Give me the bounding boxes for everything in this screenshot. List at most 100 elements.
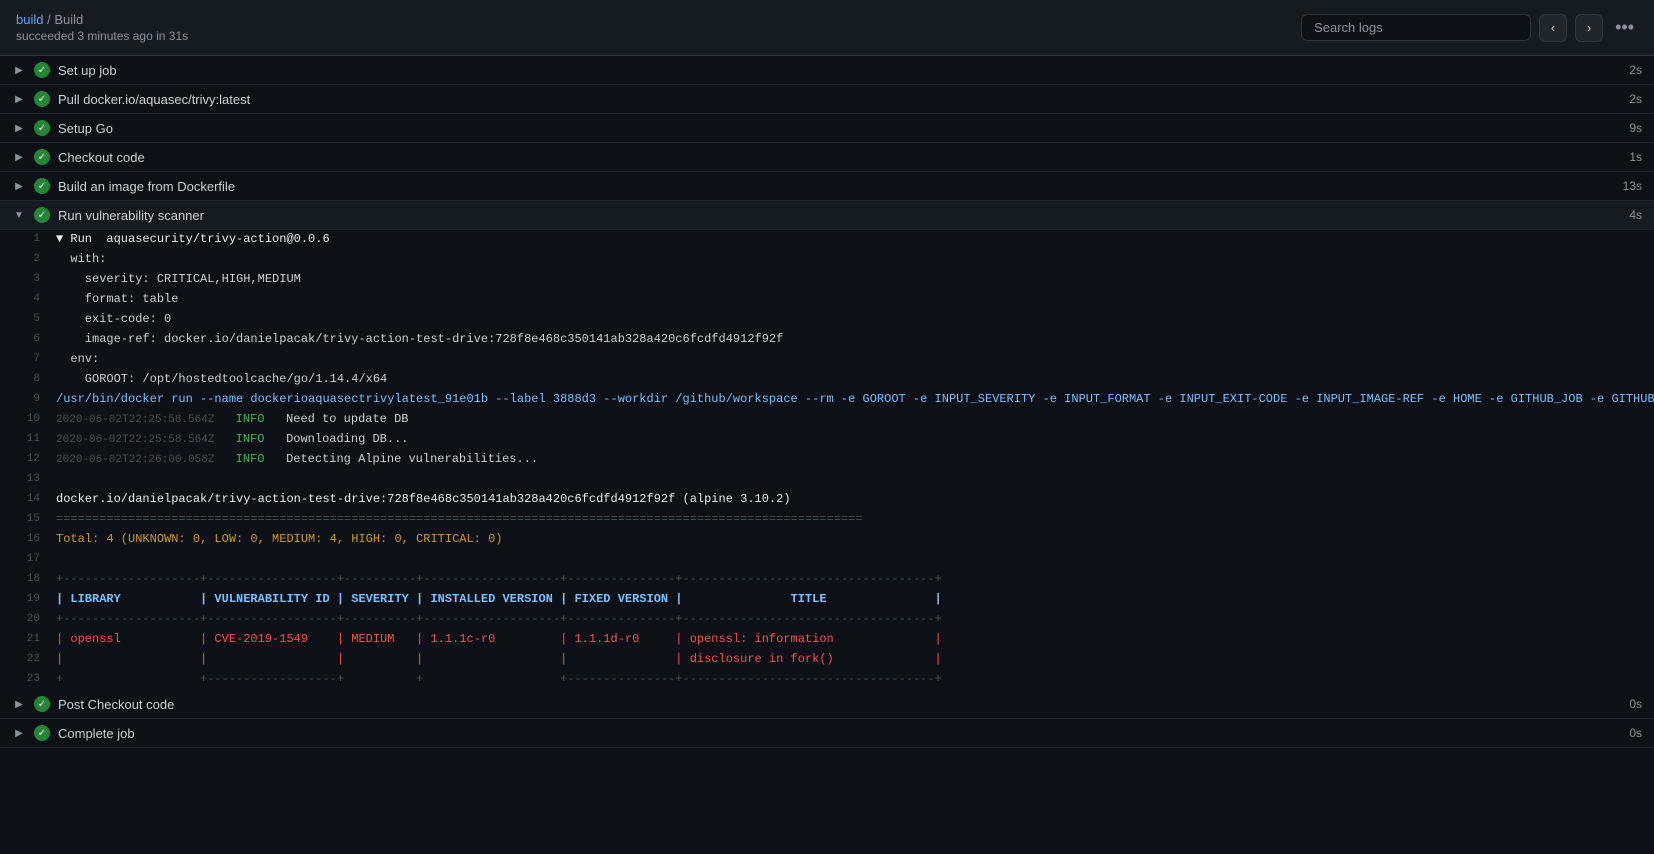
log-line: 14 docker.io/danielpacak/trivy-action-tes… <box>0 490 1654 510</box>
log-content: 1 ▼ Run aquasecurity/trivy-action@0.0.62 … <box>0 230 1654 690</box>
log-text: env: <box>56 350 1646 369</box>
job-name: Setup Go <box>58 121 1621 136</box>
log-line: 5 exit-code: 0 <box>0 310 1654 330</box>
line-number: 6 <box>8 330 40 349</box>
log-timestamp: 2020-06-02T22:26:00.058Z <box>56 454 228 466</box>
expand-icon: ▶ <box>12 728 26 739</box>
log-text: docker.io/danielpacak/trivy-action-test-… <box>56 490 1646 509</box>
line-number: 4 <box>8 290 40 309</box>
expand-icon: ▶ <box>12 152 26 163</box>
expand-icon: ▶ <box>12 699 26 710</box>
line-number: 17 <box>8 550 40 569</box>
line-number: 9 <box>8 390 40 409</box>
log-line: 1 ▼ Run aquasecurity/trivy-action@0.0.6 <box>0 230 1654 250</box>
log-line: 19 | LIBRARY | VULNERABILITY ID | SEVERIT… <box>0 590 1654 610</box>
log-line: 17 <box>0 550 1654 570</box>
job-name: Build an image from Dockerfile <box>58 179 1615 194</box>
line-number: 11 <box>8 430 40 449</box>
job-duration: 0s <box>1629 726 1642 740</box>
job-name: Pull docker.io/aquasec/trivy:latest <box>58 92 1621 107</box>
log-line: 8 GOROOT: /opt/hostedtoolcache/go/1.14.4… <box>0 370 1654 390</box>
log-line: 7 env: <box>0 350 1654 370</box>
breadcrumb: build / Build <box>16 12 188 27</box>
expand-icon: ▶ <box>12 94 26 105</box>
job-duration: 2s <box>1629 63 1642 77</box>
job-name: Complete job <box>58 726 1621 741</box>
success-icon: ✓ <box>34 696 50 712</box>
more-button[interactable]: ••• <box>1611 13 1638 42</box>
line-number: 14 <box>8 490 40 509</box>
log-text: 2020-06-02T22:25:58.564Z INFO Need to up… <box>56 410 1646 430</box>
breadcrumb-current: Build <box>54 12 83 27</box>
log-text: | openssl | CVE-2019-1549 | MEDIUM | 1.1… <box>56 630 1646 649</box>
log-info-tag: INFO <box>236 412 286 426</box>
job-duration: 2s <box>1629 92 1642 106</box>
header-right: ‹ › ••• <box>1301 13 1638 42</box>
log-line: 6 image-ref: docker.io/danielpacak/trivy… <box>0 330 1654 350</box>
build-status: succeeded 3 minutes ago in 31s <box>16 29 188 43</box>
line-number: 18 <box>8 570 40 589</box>
line-number: 5 <box>8 310 40 329</box>
job-duration: 9s <box>1629 121 1642 135</box>
log-text: severity: CRITICAL,HIGH,MEDIUM <box>56 270 1646 289</box>
job-duration: 4s <box>1629 208 1642 222</box>
log-line: 18+-------------------+-----------------… <box>0 570 1654 590</box>
next-button[interactable]: › <box>1575 14 1603 42</box>
breadcrumb-build-link[interactable]: build <box>16 12 43 27</box>
log-line: 3 severity: CRITICAL,HIGH,MEDIUM <box>0 270 1654 290</box>
job-row[interactable]: ▶ ✓ Build an image from Dockerfile 13s <box>0 172 1654 201</box>
log-text: format: table <box>56 290 1646 309</box>
line-number: 1 <box>8 230 40 249</box>
expand-icon: ▶ <box>12 123 26 134</box>
job-name: Checkout code <box>58 150 1621 165</box>
line-number: 10 <box>8 410 40 429</box>
log-line: 2 with: <box>0 250 1654 270</box>
log-line: 9/usr/bin/docker run --name dockerioaqua… <box>0 390 1654 410</box>
line-number: 3 <box>8 270 40 289</box>
main-content[interactable]: ▶ ✓ Set up job 2s ▶ ✓ Pull docker.io/aquasec/t… <box>0 56 1654 854</box>
prev-button[interactable]: ‹ <box>1539 14 1567 42</box>
job-row[interactable]: ▶ ✓ Setup Go 9s <box>0 114 1654 143</box>
line-number: 7 <box>8 350 40 369</box>
job-name: Post Checkout code <box>58 697 1621 712</box>
log-line: 15======================================… <box>0 510 1654 530</box>
log-info-tag: INFO <box>236 432 286 446</box>
header: build / Build succeeded 3 minutes ago in… <box>0 0 1654 56</box>
success-icon: ✓ <box>34 149 50 165</box>
search-input[interactable] <box>1301 14 1531 41</box>
log-line: 13 <box>0 470 1654 490</box>
success-icon: ✓ <box>34 91 50 107</box>
log-text: +-------------------+------------------+… <box>56 610 1646 629</box>
job-row[interactable]: ▶ ✓ Pull docker.io/aquasec/trivy:latest 2s <box>0 85 1654 114</box>
line-number: 13 <box>8 470 40 489</box>
line-number: 12 <box>8 450 40 469</box>
job-row[interactable]: ▶✓Complete job0s <box>0 719 1654 748</box>
log-text: /usr/bin/docker run --name dockerioaquas… <box>56 390 1654 409</box>
log-line: 112020-06-02T22:25:58.564Z INFO Download… <box>0 430 1654 450</box>
log-text: | LIBRARY | VULNERABILITY ID | SEVERITY … <box>56 590 1646 609</box>
line-number: 20 <box>8 610 40 629</box>
success-icon: ✓ <box>34 178 50 194</box>
job-row[interactable]: ▶✓Checkout code1s <box>0 143 1654 172</box>
log-text: Total: 4 (UNKNOWN: 0, LOW: 0, MEDIUM: 4,… <box>56 530 1646 549</box>
job-row[interactable]: ▶✓Post Checkout code0s <box>0 690 1654 719</box>
app-container: build / Build succeeded 3 minutes ago in… <box>0 0 1654 854</box>
log-line: 16Total: 4 (UNKNOWN: 0, LOW: 0, MEDIUM: … <box>0 530 1654 550</box>
line-number: 22 <box>8 650 40 669</box>
success-icon: ✓ <box>34 62 50 78</box>
line-number: 19 <box>8 590 40 609</box>
success-icon: ✓ <box>34 120 50 136</box>
jobs-container: ▶ ✓ Set up job 2s ▶ ✓ Pull docker.io/aquasec/t… <box>0 56 1654 748</box>
log-line: 4 format: table <box>0 290 1654 310</box>
job-row[interactable]: ▼✓Run vulnerability scanner4s <box>0 201 1654 230</box>
log-text: ▼ Run aquasecurity/trivy-action@0.0.6 <box>56 230 1646 249</box>
log-text: exit-code: 0 <box>56 310 1646 329</box>
log-info-tag: INFO <box>236 452 286 466</box>
log-text: | | | | | | disclosure in fork() | <box>56 650 1646 669</box>
job-duration: 13s <box>1623 179 1642 193</box>
header-left: build / Build succeeded 3 minutes ago in… <box>16 12 188 43</box>
log-text: GOROOT: /opt/hostedtoolcache/go/1.14.4/x… <box>56 370 1646 389</box>
job-row[interactable]: ▶✓Set up job2s <box>0 56 1654 85</box>
job-name: Set up job <box>58 63 1621 78</box>
expand-icon: ▶ <box>12 181 26 192</box>
